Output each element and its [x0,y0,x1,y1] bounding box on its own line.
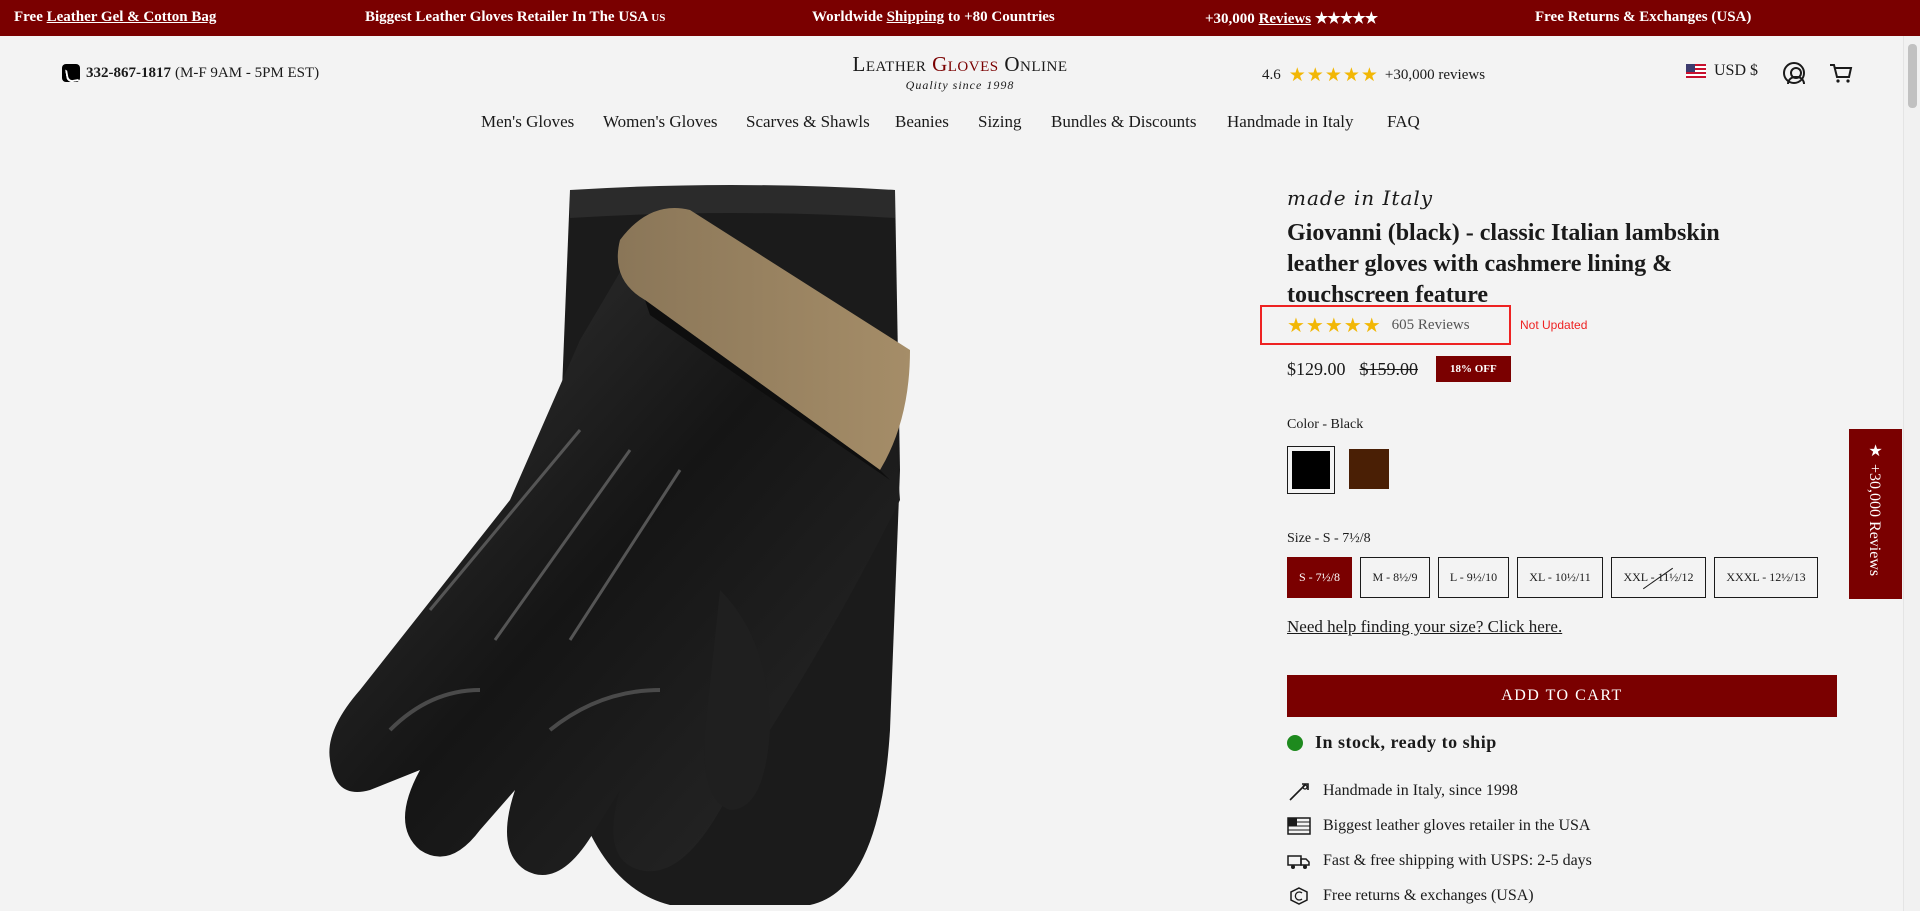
size-options: S - 7½/8 M - 8½/9 L - 9½/10 XL - 10½/11 … [1287,557,1826,598]
product-title: Giovanni (black) - classic Italian lambs… [1287,220,1720,308]
announcement-text: +30,000 [1205,11,1259,27]
logo-text: Online [998,52,1068,76]
feature-text: Free returns & exchanges (USA) [1323,887,1534,904]
feature-handmade: Handmade in Italy, since 1998 [1287,781,1518,801]
color-swatch-black[interactable] [1287,446,1335,494]
size-option-xl[interactable]: XL - 10½/11 [1517,557,1603,598]
logo-text: Gloves [932,52,999,76]
feature-text: Fast & free shipping with USPS: 2-5 days [1323,852,1592,869]
size-label: Size - S - 7½/8 [1287,531,1371,546]
made-in-italy-script: made in Italy [1287,186,1434,210]
reviews-tab-label: ★ +30,000 Reviews [1866,441,1883,577]
size-option-m[interactable]: M - 8½/9 [1360,557,1430,598]
size-option-xxxl[interactable]: XXXL - 12½/13 [1714,557,1818,598]
price-row: $129.00 $159.00 18% OFF [1287,356,1511,382]
nav-beanies[interactable]: Beanies [895,112,949,132]
nav-mens-gloves[interactable]: Men's Gloves [481,112,574,132]
in-stock-indicator [1287,734,1303,751]
rating-count: +30,000 reviews [1384,67,1486,83]
nav-sizing[interactable]: Sizing [978,112,1021,132]
size-option-l[interactable]: L - 9½/10 [1438,557,1509,598]
us-flag-icon [1686,64,1706,78]
compare-price: $159.00 [1359,358,1419,379]
feature-text: Handmade in Italy, since 1998 [1323,782,1518,799]
annotation-label: Not Updated [1520,318,1588,332]
announcement-bar: Free Leather Gel & Cotton Bag Biggest Le… [0,0,1920,36]
feature-retailer: Biggest leather gloves retailer in the U… [1287,816,1590,836]
color-swatch-brown[interactable] [1349,449,1389,489]
announcement-text: Worldwide [812,9,887,25]
size-option-xxl[interactable]: XXL - 11½/12 [1611,557,1706,598]
us-flag-icon [1287,817,1311,835]
currency-label: USD $ [1714,62,1759,79]
truck-icon [1287,855,1310,869]
feature-text: Biggest leather gloves retailer in the U… [1323,817,1591,834]
reviews-link[interactable]: Reviews [1259,11,1312,27]
sale-price: $129.00 [1287,358,1346,379]
nav-faq[interactable]: FAQ [1387,112,1420,132]
discount-badge: 18% OFF [1436,356,1511,382]
color-label: Color - Black [1287,417,1364,432]
announcement-text: to +80 Countries [944,9,1055,25]
size-option-s[interactable]: S - 7½/8 [1287,557,1352,598]
cart-icon[interactable] [1829,63,1853,85]
site-header: 332-867-1817 (M-F 9AM - 5PM EST) Leather… [0,36,1920,144]
review-count: 605 Reviews [1391,317,1470,333]
nav-scarves-shawls[interactable]: Scarves & Shawls [746,112,870,132]
feature-shipping: Fast & free shipping with USPS: 2-5 days [1287,851,1592,871]
shipping-link[interactable]: Shipping [887,9,945,25]
account-icon[interactable] [1783,62,1805,84]
rating-value: 4.6 [1262,67,1281,83]
needle-icon [1289,783,1309,801]
announcement-returns: Free Returns & Exchanges (USA) [1535,9,1752,25]
store-rating[interactable]: 4.6 ★★★★★ +30,000 reviews [1262,64,1485,87]
swatch-fill [1292,451,1330,489]
stock-text: In stock, ready to ship [1315,732,1497,752]
announcement-free-gift: Free Leather Gel & Cotton Bag [14,9,216,26]
logo-tagline: Quality since 1998 [905,78,1015,92]
stars-icon: ★★★★★ [1314,11,1378,27]
stock-status: In stock, ready to ship [1287,732,1497,753]
currency-selector[interactable]: USD $ [1686,62,1758,80]
review-stars-icon: ★★★★★ [1287,315,1382,337]
rating-stars-icon: ★★★★★ [1288,65,1379,86]
nav-handmade-italy[interactable]: Handmade in Italy [1227,112,1354,132]
us-badge: US [651,12,666,24]
product-reviews[interactable]: ★★★★★ 605 Reviews [1287,313,1470,338]
announcement-shipping: Worldwide Shipping to +80 Countries [812,9,1055,26]
logo-wordmark: Leather Gloves Online [0,52,1920,77]
feature-returns: Free returns & exchanges (USA) [1287,886,1534,906]
nav-womens-gloves[interactable]: Women's Gloves [603,112,718,132]
nav-bundles-discounts[interactable]: Bundles & Discounts [1051,112,1196,132]
size-help-link[interactable]: Need help finding your size? Click here. [1287,617,1562,637]
announcement-text: Free [14,9,47,25]
reviews-side-tab[interactable]: ★ +30,000 Reviews [1849,429,1902,599]
page-scrollbar[interactable] [1903,36,1920,911]
product-image[interactable] [250,170,970,911]
announcement-reviews: +30,000 Reviews ★★★★★ [1205,9,1378,28]
free-gift-link[interactable]: Leather Gel & Cotton Bag [47,9,217,25]
announcement-retailer: Biggest Leather Gloves Retailer In The U… [365,9,665,26]
logo-text: Leather [852,52,933,76]
return-icon [1290,887,1308,905]
site-logo[interactable]: Leather Gloves Online Quality since 1998 [0,52,1920,93]
add-to-cart-button[interactable]: ADD TO CART [1287,675,1837,717]
scroll-thumb[interactable] [1908,44,1917,108]
announcement-text: Biggest Leather Gloves Retailer In The U… [365,9,648,25]
